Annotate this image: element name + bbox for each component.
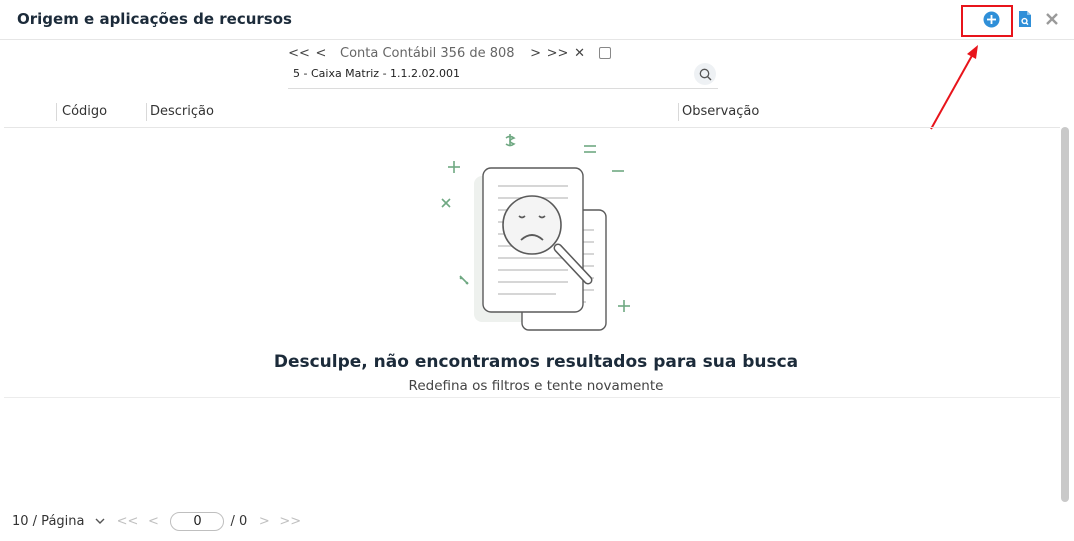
- empty-state-subtitle: Redefina os filtros e tente novamente: [408, 378, 664, 394]
- nav-position-label: Conta Contábil 356 de 808: [340, 45, 515, 61]
- empty-search-illustration-icon: [441, 134, 630, 331]
- column-header-observacao[interactable]: Observação: [682, 104, 759, 119]
- pagination: 10 / Página << < / 0 > >>: [12, 511, 303, 531]
- page-first-button[interactable]: <<: [114, 511, 140, 531]
- vertical-scrollbar[interactable]: [1061, 127, 1069, 502]
- page-size-label: 10 / Página: [12, 513, 85, 529]
- search-button[interactable]: [694, 63, 716, 85]
- divider: [4, 397, 1060, 398]
- page-last-button[interactable]: >>: [277, 511, 303, 531]
- page-size-select[interactable]: 10 / Página: [12, 514, 106, 529]
- account-search-value: 5 - Caixa Matriz - 1.1.2.02.001: [293, 67, 461, 80]
- nav-next-button[interactable]: >: [525, 43, 547, 63]
- table-header: Código Descrição Observação: [4, 98, 1060, 128]
- column-separator: [678, 103, 679, 121]
- page-next-button[interactable]: >: [251, 511, 277, 531]
- page-total-label: / 0: [230, 513, 248, 529]
- column-header-codigo[interactable]: Código: [62, 104, 107, 119]
- chevron-down-icon: [95, 518, 105, 524]
- dialog-title: Origem e aplicações de recursos: [17, 10, 292, 28]
- nav-last-button[interactable]: >>: [547, 43, 569, 63]
- column-separator: [56, 103, 57, 121]
- report-button[interactable]: [1014, 8, 1036, 30]
- search-icon: [699, 68, 711, 80]
- nav-clear-button[interactable]: ✕: [569, 43, 591, 63]
- close-button[interactable]: [1041, 8, 1063, 30]
- report-icon: [1019, 11, 1031, 27]
- page-number-input[interactable]: [170, 511, 225, 531]
- nav-prev-button[interactable]: <: [310, 43, 332, 63]
- column-header-descricao[interactable]: Descrição: [150, 104, 214, 119]
- record-navigator: << < Conta Contábil 356 de 808 > >> ✕: [288, 43, 611, 63]
- empty-state-title: Desculpe, não encontramos resultados par…: [273, 352, 799, 372]
- close-icon: [1046, 13, 1058, 25]
- account-search-field[interactable]: 5 - Caixa Matriz - 1.1.2.02.001: [288, 62, 718, 89]
- nav-checkbox[interactable]: [598, 47, 611, 59]
- nav-first-button[interactable]: <<: [288, 43, 310, 63]
- column-separator: [146, 103, 147, 121]
- page-prev-button[interactable]: <: [140, 511, 166, 531]
